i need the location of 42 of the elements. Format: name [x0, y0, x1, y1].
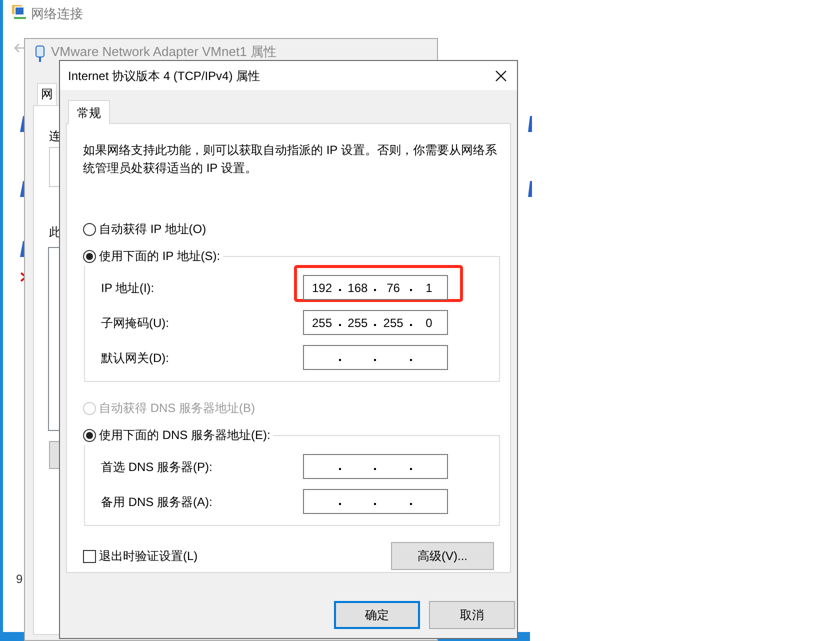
checkbox-label: 退出时验证设置(L) [99, 548, 198, 565]
radio-label: 自动获得 IP 地址(O) [99, 221, 206, 238]
radio-button[interactable] [83, 428, 96, 442]
field-label: IP 地址(I): [101, 280, 156, 296]
radio-label: 使用下面的 IP 地址(S): [99, 248, 220, 265]
field-label: 备用 DNS 服务器(A): [101, 494, 214, 510]
ip-address-field[interactable] [303, 345, 448, 370]
octet-text: 1 [424, 280, 434, 296]
advanced-button[interactable]: 高级(V)... [391, 542, 494, 570]
octet-text: 192 [310, 280, 334, 296]
network-icon [11, 4, 27, 20]
radio-label: 使用下面的 DNS 服务器地址(E): [99, 427, 270, 444]
tab[interactable]: 常规 [68, 100, 110, 124]
field-label: 默认网关(D): [101, 350, 170, 366]
radio-button[interactable] [83, 250, 96, 262]
error-icon [20, 272, 27, 282]
octet-text: 76 [386, 280, 401, 296]
adapter-icon [35, 45, 45, 63]
tab[interactable]: 网 [37, 83, 57, 105]
field-label: 子网掩码(U): [101, 314, 170, 332]
radio-button[interactable] [83, 222, 96, 236]
back-arrow-icon[interactable] [13, 42, 25, 54]
ip-address-field[interactable] [303, 489, 448, 514]
window-title: VMware Network Adapter VMnet1 属性 [51, 43, 276, 61]
item-count-text: 9 [16, 571, 23, 588]
octet-text: 255 [346, 314, 369, 332]
ip-address-field[interactable]: 192 168 76 1 [303, 275, 448, 300]
ip-address-field[interactable] [303, 454, 448, 479]
window-title: 网络连接 [31, 5, 83, 23]
checkbox[interactable] [83, 550, 96, 562]
octet-text: 0 [424, 314, 434, 332]
cancel-button[interactable]: 取消 [429, 601, 515, 629]
ip-address-field[interactable]: 255 255 255 0 [303, 310, 448, 335]
octet-text: 255 [382, 314, 404, 332]
ok-button[interactable]: 确定 [334, 601, 420, 629]
description-text: 如果网络支持此功能，则可以获取自动指派的 IP 设置。否则，你需要从网络系统管理员处获得适当的 IP 设置。 [83, 142, 498, 177]
window-title: Internet 协议版本 4 (TCP/IPv4) 属性 [68, 68, 260, 84]
octet-text: 168 [346, 280, 369, 296]
install-button[interactable] [49, 441, 60, 469]
field-label: 首选 DNS 服务器(P): [101, 458, 214, 476]
radio-label: 自动获得 DNS 服务器地址(B) [99, 400, 255, 417]
octet-text: 255 [310, 314, 334, 332]
